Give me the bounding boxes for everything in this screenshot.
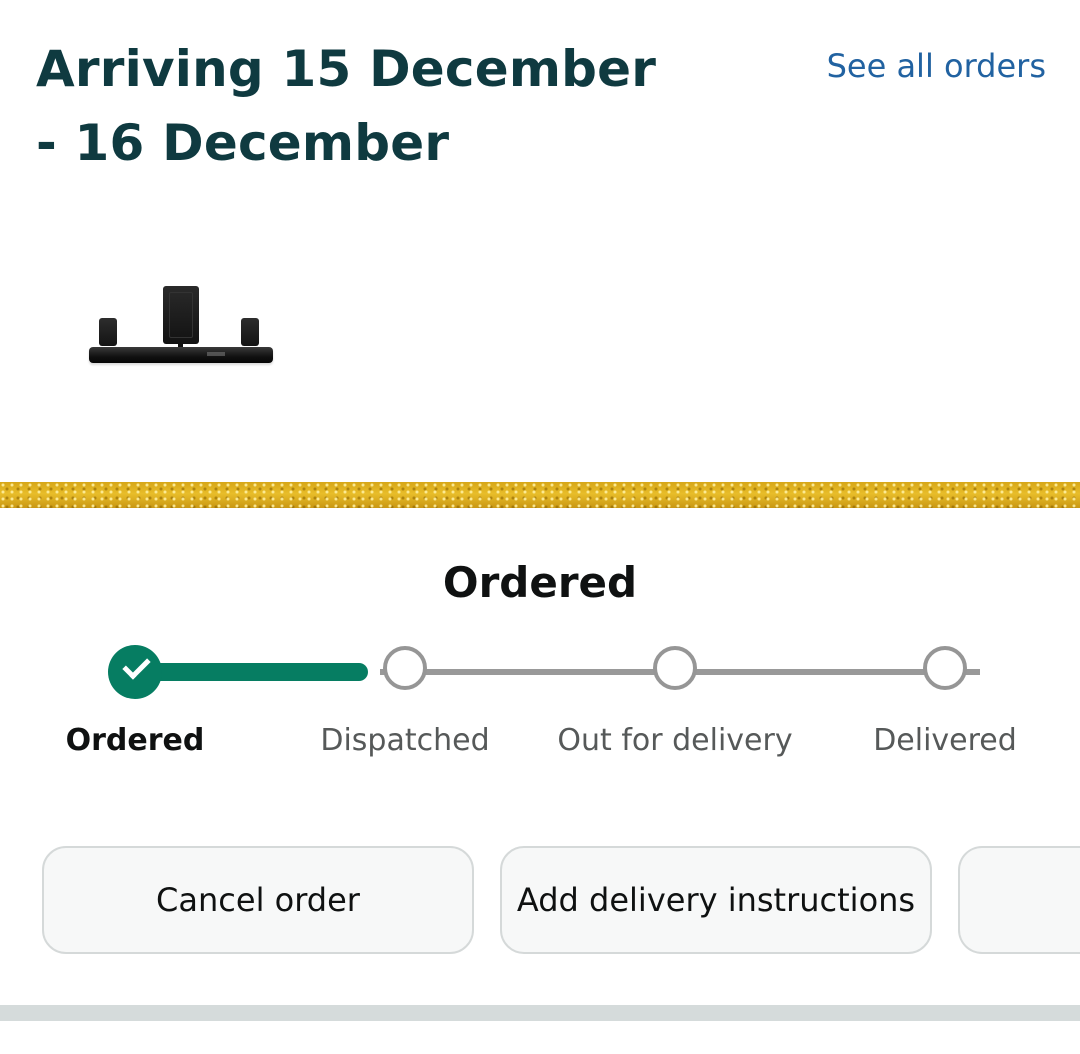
step-label-ordered: Ordered <box>65 723 205 758</box>
step-delivered-circle-icon <box>923 646 967 690</box>
satellite-speaker-left <box>99 318 117 346</box>
checkmark-icon <box>122 651 151 680</box>
add-delivery-instructions-button[interactable]: Add delivery instructions <box>500 846 932 954</box>
more-actions-button[interactable] <box>958 846 1080 954</box>
section-divider <box>0 1005 1080 1021</box>
subwoofer <box>163 286 199 344</box>
soundbar-display <box>207 352 225 356</box>
step-ordered-check-icon <box>108 645 162 699</box>
arrival-title: Arriving 15 December - 16 December <box>36 40 657 172</box>
step-dispatched-circle-icon <box>383 646 427 690</box>
order-status-title: Ordered <box>442 558 638 607</box>
glitter-banner <box>0 482 1080 508</box>
satellite-speaker-right <box>241 318 259 346</box>
cancel-order-button[interactable]: Cancel order <box>42 846 474 954</box>
step-label-delivered: Delivered <box>873 723 1017 758</box>
product-image[interactable] <box>86 282 276 368</box>
step-label-dispatched: Dispatched <box>320 723 490 758</box>
step-label-out-for-delivery: Out for delivery <box>557 723 793 758</box>
see-all-orders-link[interactable]: See all orders <box>827 44 1046 88</box>
step-out-for-delivery-circle-icon <box>653 646 697 690</box>
progress-track-complete <box>130 663 368 681</box>
soundbar <box>89 347 273 363</box>
